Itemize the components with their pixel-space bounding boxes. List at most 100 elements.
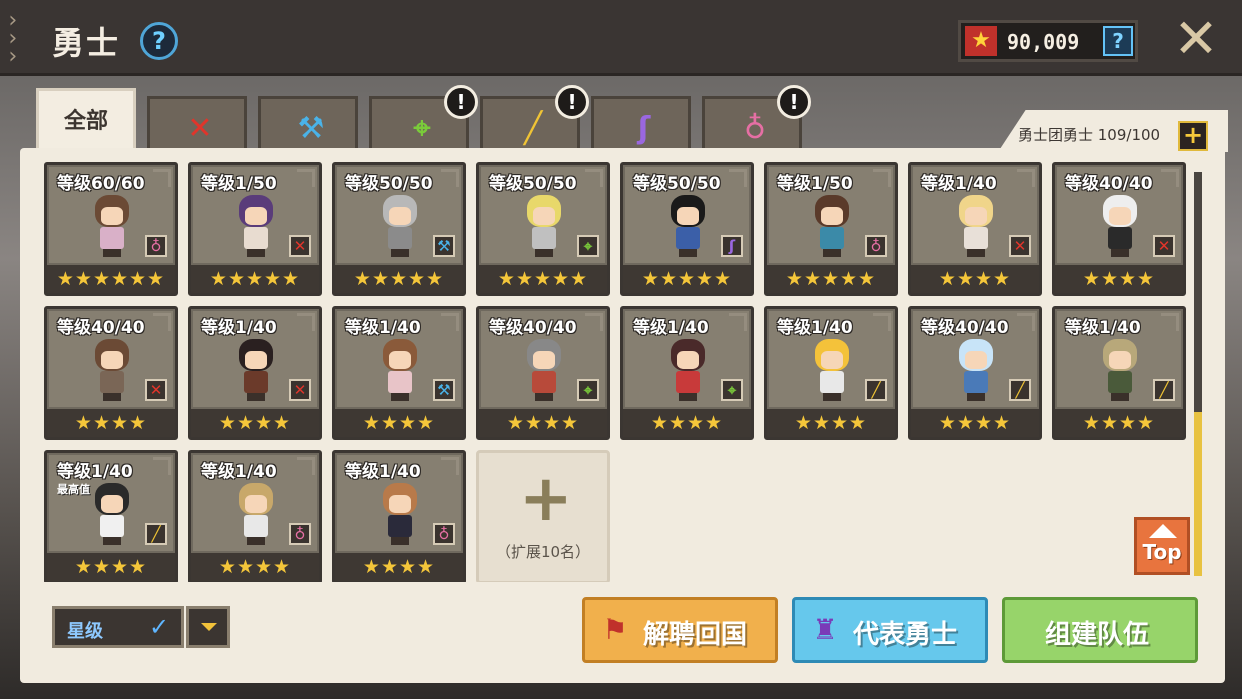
hero-stars: ★★★★★: [335, 265, 463, 293]
corner-ornament-icon: [873, 169, 891, 187]
sort-select-label: 星级: [67, 621, 103, 642]
tab-gun[interactable]: ╱!: [480, 85, 589, 154]
staff-icon: ʃ: [721, 235, 743, 257]
bow-icon: ⌖: [577, 379, 599, 401]
hero-stars: ★★★★: [1055, 409, 1183, 437]
hero-sprite: [951, 195, 1001, 257]
orb-icon: ♁: [865, 235, 887, 257]
tab-orb[interactable]: ♁!: [702, 85, 811, 154]
hero-level: 等级50/50: [489, 174, 577, 194]
hero-card[interactable]: 等级50/50 ⚒ ★★★★★: [332, 162, 466, 296]
hero-level: 等级1/40: [777, 318, 853, 338]
hero-stars: ★★★★: [335, 409, 463, 437]
hero-stars: ★★★★: [47, 409, 175, 437]
currency-display: ★ 90,009 ?: [958, 20, 1138, 62]
hero-stars: ★★★★★: [479, 265, 607, 293]
hero-level: 等级40/40: [1065, 174, 1153, 194]
sword-icon: ✕: [187, 111, 213, 146]
hero-sprite: [1095, 339, 1145, 401]
scroll-thumb[interactable]: [1194, 172, 1202, 412]
hero-card[interactable]: 等级1/40 ╱ ★★★★: [1052, 306, 1186, 440]
flag-icon: ⚑: [602, 613, 628, 646]
currency-help-button[interactable]: ?: [1103, 26, 1133, 56]
hero-stars: ★★★★: [767, 409, 895, 437]
sword-icon: ✕: [289, 379, 311, 401]
hero-card[interactable]: 等级1/40 ✕ ★★★★: [908, 162, 1042, 296]
hero-level: 等级1/40: [57, 462, 133, 482]
filter-tabs: 全部 ✕ ⚒ ⌖! ╱! ʃ ♁!: [36, 85, 826, 156]
hero-stars: ★★★★: [911, 409, 1039, 437]
top-button-label: Top: [1142, 540, 1182, 564]
hero-sprite: [663, 195, 713, 257]
hero-level: 等级60/60: [57, 174, 145, 194]
hero-level: 等级40/40: [489, 318, 577, 338]
tab-all[interactable]: 全部: [36, 88, 136, 156]
help-button[interactable]: ?: [140, 22, 178, 60]
close-button[interactable]: ✕: [1170, 12, 1222, 66]
hero-card[interactable]: 等级1/40 ⌖ ★★★★: [620, 306, 754, 440]
representative-button[interactable]: ♜ 代表勇士: [792, 597, 988, 663]
bow-icon: ⌖: [413, 111, 431, 146]
hero-sprite: [663, 339, 713, 401]
hero-grid: 等级60/60 ♁ ★★★★★★ 等级1/50 ✕ ★★★★★ 等级50/50 ⚒ ★★★★★ 等…: [38, 160, 1198, 582]
hero-card[interactable]: 等级1/40 ♁ ★★★★: [188, 450, 322, 582]
hero-card[interactable]: 等级50/50 ⌖ ★★★★★: [476, 162, 610, 296]
hero-level: 等级40/40: [921, 318, 1009, 338]
expand-roster-card[interactable]: + （扩展10名）: [476, 450, 610, 582]
hero-card[interactable]: 等级60/60 ♁ ★★★★★★: [44, 162, 178, 296]
sort-select[interactable]: 星级 ✓: [52, 606, 184, 648]
page-title: 勇士: [52, 24, 121, 62]
gun-icon: ╱: [1009, 379, 1031, 401]
representative-button-label: 代表勇士: [853, 620, 958, 650]
roster-expand-button[interactable]: +: [1178, 121, 1208, 151]
corner-ornament-icon: [441, 457, 459, 475]
hero-level: 等级50/50: [633, 174, 721, 194]
hero-card[interactable]: 等级1/40 ♁ ★★★★: [332, 450, 466, 582]
hero-sprite: [375, 195, 425, 257]
tab-hammer[interactable]: ⚒: [258, 96, 358, 154]
hero-card[interactable]: 等级1/40 最高值 ╱ ★★★★: [44, 450, 178, 582]
hero-sprite: [87, 195, 137, 257]
hero-card[interactable]: 等级1/40 ⚒ ★★★★: [332, 306, 466, 440]
hero-sprite: [951, 339, 1001, 401]
sort-direction-button[interactable]: [186, 606, 230, 648]
hero-stars: ★★★★★: [623, 265, 751, 293]
currency-value: 90,009: [1007, 30, 1080, 54]
hero-stars: ★★★★: [191, 553, 319, 581]
hero-card[interactable]: 等级1/40 ✕ ★★★★: [188, 306, 322, 440]
tab-bow[interactable]: ⌖!: [369, 85, 478, 154]
hero-card[interactable]: 等级1/40 ╱ ★★★★: [764, 306, 898, 440]
tab-staff[interactable]: ʃ: [591, 96, 691, 154]
dismiss-button[interactable]: ⚑ 解聘回国: [582, 597, 778, 663]
hero-stars: ★★★★★: [191, 265, 319, 293]
form-team-button[interactable]: 组建队伍: [1002, 597, 1198, 663]
hero-sprite: [375, 483, 425, 545]
corner-ornament-icon: [153, 457, 171, 475]
sword-icon: ✕: [1153, 235, 1175, 257]
hero-card[interactable]: 等级1/50 ♁ ★★★★★: [764, 162, 898, 296]
scroll-top-button[interactable]: Top: [1134, 517, 1190, 575]
hero-card[interactable]: 等级40/40 ╱ ★★★★: [908, 306, 1042, 440]
hero-card[interactable]: 等级40/40 ✕ ★★★★: [44, 306, 178, 440]
hero-card[interactable]: 等级50/50 ʃ ★★★★★: [620, 162, 754, 296]
hammer-icon: ⚒: [433, 379, 455, 401]
gun-icon: ╱: [865, 379, 887, 401]
hero-card[interactable]: 等级40/40 ⌖ ★★★★: [476, 306, 610, 440]
hero-card[interactable]: 等级40/40 ✕ ★★★★: [1052, 162, 1186, 296]
corner-ornament-icon: [153, 169, 171, 187]
corner-ornament-icon: [1017, 169, 1035, 187]
hero-sprite: [1095, 195, 1145, 257]
scrollbar[interactable]: [1194, 172, 1202, 576]
check-icon: ✓: [149, 613, 170, 641]
corner-ornament-icon: [297, 457, 315, 475]
staff-icon: ʃ: [637, 111, 651, 146]
scroll-track-highlight: [1194, 412, 1202, 576]
hero-stars: ★★★★: [479, 409, 607, 437]
tab-sword[interactable]: ✕: [147, 96, 247, 154]
caret-down-icon: [201, 623, 217, 631]
orb-icon: ♁: [145, 235, 167, 257]
hero-stars: ★★★★: [623, 409, 751, 437]
hero-card[interactable]: 等级1/50 ✕ ★★★★★: [188, 162, 322, 296]
hero-level: 等级1/50: [777, 174, 853, 194]
hero-level: 等级1/40: [201, 318, 277, 338]
